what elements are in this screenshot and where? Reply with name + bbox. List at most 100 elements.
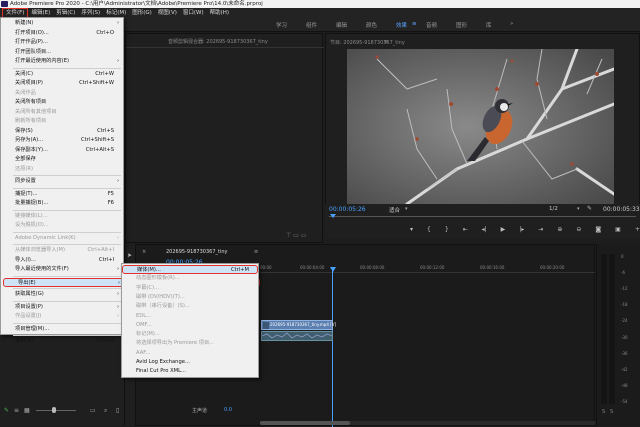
scrollbar-thumb[interactable]	[260, 421, 350, 425]
master-volume-value[interactable]: 0.0	[224, 407, 232, 413]
file-menu-item[interactable]: 项目管理(M)...	[1, 325, 123, 335]
file-menu-item[interactable]: 导入最近使用的文件(F) ›	[1, 265, 123, 275]
chevron-down-icon[interactable]: ▾	[577, 206, 580, 212]
trash-icon[interactable]: ▯	[116, 407, 119, 414]
go-to-out-icon[interactable]: ⇥	[538, 226, 543, 233]
export-submenu-item[interactable]: EDL...	[122, 312, 258, 321]
workspace-tab[interactable]: 组件	[306, 21, 317, 29]
export-submenu-item[interactable]: 磁带（串行设备）(S)...	[122, 302, 258, 311]
workspace-tab[interactable]: 学习	[276, 21, 287, 29]
file-menu-item[interactable]: 从媒体浏览器导入(M) Ctrl+Alt+I	[1, 246, 123, 256]
wrench-icon[interactable]: ✎	[587, 205, 592, 212]
file-menu-item[interactable]: 全部保存	[1, 155, 123, 165]
export-submenu-item[interactable]: OMF...	[122, 321, 258, 330]
fit-dropdown[interactable]: 适合	[389, 206, 400, 214]
file-menu-item[interactable]: 捕捉(T)... F5	[1, 190, 123, 200]
workspace-menu-icon[interactable]: ≡	[412, 21, 417, 27]
file-menu-item[interactable]: 刷新所有项目	[1, 117, 123, 127]
file-menu-item[interactable]: 打开项目(O)... Ctrl+O	[1, 29, 123, 39]
file-menu-item[interactable]: 关闭所有其他项目	[1, 108, 123, 118]
file-menu-item[interactable]: 打开团队项目...	[1, 48, 123, 58]
playhead-marker-icon[interactable]	[330, 214, 336, 218]
file-menu-item[interactable]: 链接媒体(L)...	[1, 212, 123, 222]
file-menu-item[interactable]: 关闭(C) Ctrl+W	[1, 70, 123, 80]
export-submenu-item[interactable]: 磁带 (DV/HDV)(T)...	[122, 293, 258, 302]
solo-right-button[interactable]: S	[610, 409, 613, 415]
workspace-tab-selected[interactable]: 效果	[396, 21, 407, 29]
time-ruler[interactable]: 00:00 00:00:04:00 00:00:08:00 00:00:12:0…	[260, 261, 595, 273]
file-menu-item[interactable]: 保存(S) Ctrl+S	[1, 127, 123, 137]
file-menu-item[interactable]: 项目设置(P) ›	[1, 303, 123, 313]
file-menu-item[interactable]: 保存副本(Y)... Ctrl+Alt+S	[1, 146, 123, 156]
file-menu-item[interactable]: Adobe Dynamic Link(K) ›	[1, 234, 123, 244]
lift-icon[interactable]: ⊕	[557, 226, 562, 233]
zoom-slider[interactable]	[36, 410, 76, 411]
pen-icon[interactable]: ✎	[4, 407, 9, 414]
search-icon[interactable]: ⌕	[104, 407, 107, 415]
export-submenu-item[interactable]: Avid Log Exchange...	[122, 358, 258, 367]
file-menu-item[interactable]: 退出(X) Ctrl+Q	[1, 337, 123, 347]
more-workspaces-icon[interactable]: »	[510, 21, 513, 27]
audio-clip[interactable]	[261, 331, 333, 341]
file-menu-item[interactable]: 关闭作品	[1, 89, 123, 99]
list-view-icon[interactable]: ≡	[14, 407, 19, 414]
file-menu-item[interactable]: 同步设置 ›	[1, 177, 123, 187]
step-forward-icon[interactable]: |▸	[519, 226, 524, 233]
video-clip[interactable]: 202695-918730367_tiny.mp4 [V]	[261, 320, 336, 330]
file-menu-item[interactable]: 另存为(A)... Ctrl+Shift+S	[1, 136, 123, 146]
sequence-tab[interactable]: 202695-918730367_tiny	[166, 249, 228, 255]
close-icon[interactable]: ×	[142, 249, 146, 255]
file-menu-item[interactable]: 关闭所有项目	[1, 98, 123, 108]
export-submenu-item[interactable]: Final Cut Pro XML...	[122, 367, 258, 376]
icon-view-icon[interactable]: ▦	[24, 407, 30, 414]
export-media-item[interactable]: 媒体(M)... Ctrl+M	[122, 265, 258, 275]
menu-7[interactable]: 窗口(W)	[180, 8, 207, 18]
zoom-slider-handle[interactable]	[52, 407, 56, 413]
chevron-down-icon[interactable]: ▾	[405, 206, 408, 212]
workspace-tab[interactable]: 图形	[456, 21, 467, 29]
export-submenu-item[interactable]: 字幕(C)...	[122, 284, 258, 293]
file-menu-item[interactable]: 设为脱机(O)...	[1, 221, 123, 231]
export-submenu-item[interactable]: AAF...	[122, 349, 258, 358]
resolution-dropdown[interactable]: 1/2	[549, 206, 558, 212]
new-bin-icon[interactable]: ▭	[90, 407, 96, 414]
panel-menu-icon[interactable]: ≡	[384, 39, 388, 45]
menu-8[interactable]: 帮助(H)	[207, 8, 232, 18]
export-submenu-item[interactable]: 动态图形模板(R)...	[122, 274, 258, 283]
extract-icon[interactable]: ⊖	[576, 226, 581, 233]
filter-icon[interactable]: ⊤ ▭ ▭	[286, 232, 306, 239]
workspace-tab[interactable]: 库	[486, 21, 492, 29]
file-menu-item[interactable]: 导入(I)... Ctrl+I	[1, 256, 123, 266]
timeline-playhead[interactable]	[332, 269, 333, 427]
workspace-tab[interactable]: 编辑	[336, 21, 347, 29]
timeline-scrollbar[interactable]	[260, 421, 595, 425]
file-menu-item[interactable]: 作品设置(J) ›	[1, 312, 123, 322]
file-menu-item[interactable]: 获取属性(G) ›	[1, 290, 123, 300]
solo-left-button[interactable]: S	[602, 409, 605, 415]
add-button-icon[interactable]: +	[635, 226, 640, 233]
step-back-icon[interactable]: ◂|	[482, 226, 487, 233]
file-menu-item[interactable]: 打开作品(P)...	[1, 38, 123, 48]
playhead-bar[interactable]	[329, 216, 636, 217]
comparison-view-icon[interactable]: ▣	[615, 226, 621, 233]
menu-5[interactable]: 图形(G)	[129, 8, 155, 18]
workspace-tab[interactable]: 颜色	[366, 21, 377, 29]
mark-out-icon[interactable]: }	[445, 226, 449, 233]
file-menu-item[interactable]: 关闭项目(P) Ctrl+Shift+W	[1, 79, 123, 89]
panel-menu-icon[interactable]: ≡	[254, 249, 258, 255]
file-menu-item[interactable]: 批量捕捉(B)... F6	[1, 199, 123, 209]
mark-in-icon[interactable]: {	[427, 226, 431, 233]
workspace-tab[interactable]: 音频	[426, 21, 437, 29]
menu-6[interactable]: 视图(V)	[155, 8, 180, 18]
file-menu-item[interactable]: 打开最近使用的内容(E) ›	[1, 57, 123, 67]
play-icon[interactable]: ▶	[501, 226, 506, 233]
file-menu-item[interactable]: 还原(R)	[1, 165, 123, 175]
selection-tool-icon[interactable]: ➤	[127, 252, 132, 259]
go-to-in-icon[interactable]: ⇤	[463, 226, 468, 233]
export-submenu-item[interactable]: 将选择项导出为 Premiere 项目...	[122, 339, 258, 348]
current-timecode[interactable]: 00:00:05:26	[329, 206, 366, 213]
camera-icon[interactable]: ◙	[595, 226, 601, 233]
add-marker-icon[interactable]: ▾	[410, 226, 413, 233]
playhead-marker-icon[interactable]	[330, 267, 336, 272]
export-submenu-item[interactable]: 标记(M)...	[122, 330, 258, 339]
